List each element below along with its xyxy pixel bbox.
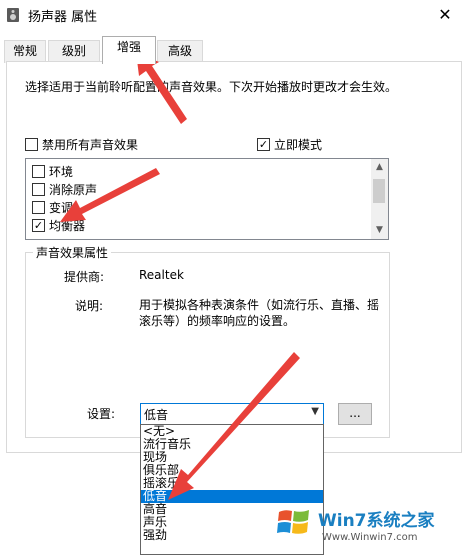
effect-label-pitch-shift: 变调	[49, 201, 74, 215]
watermark-brand: Win7系统之家	[318, 511, 435, 531]
setting-label: 设置:	[87, 407, 116, 421]
effect-label-voice-cancel: 消除原声	[49, 183, 98, 197]
tab-advanced[interactable]: 高级	[157, 40, 203, 63]
effects-list[interactable]: 环境 消除原声 变调 ✓ 均衡器 ▲ ▼	[25, 158, 389, 240]
disable-all-checkbox[interactable]	[25, 138, 38, 151]
effect-checkbox-voice-cancel[interactable]	[32, 183, 45, 196]
effect-properties-title: 声音效果属性	[33, 244, 112, 261]
chevron-down-icon[interactable]: ▼	[311, 406, 319, 417]
dropdown-option[interactable]: 流行音乐	[141, 438, 323, 451]
disable-all-label: 禁用所有声音效果	[42, 138, 139, 152]
tab-enhancements[interactable]: 增强	[102, 36, 156, 64]
window-title: 扬声器 属性	[28, 10, 98, 25]
tab-general[interactable]: 常规	[4, 40, 46, 63]
provider-value: Realtek	[139, 268, 184, 282]
description-value: 用于模拟各种表演条件（如流行乐、直播、摇滚乐等）的频率响应的设置。	[139, 298, 380, 328]
setting-selected-value: 低音	[144, 408, 169, 422]
setting-select[interactable]: 低音 ▼	[140, 403, 324, 425]
scroll-thumb[interactable]	[373, 179, 385, 203]
tab-levels[interactable]: 级别	[48, 40, 100, 63]
scroll-down-icon[interactable]: ▼	[371, 222, 388, 239]
effect-checkbox-equalizer[interactable]: ✓	[32, 219, 45, 232]
watermark: Win7系统之家 Www.Winwin7.com	[270, 498, 466, 553]
effect-checkbox-pitch-shift[interactable]	[32, 201, 45, 214]
tab-strip: 常规 级别 增强 高级	[0, 32, 466, 64]
watermark-url: Www.Winwin7.com	[322, 532, 418, 543]
title-bar: 扬声器 属性 ✕	[0, 0, 466, 30]
effect-label-environment: 环境	[49, 165, 74, 179]
settings-more-button[interactable]: ...	[338, 403, 372, 425]
dropdown-option[interactable]: 摇滚乐	[141, 477, 323, 490]
speaker-icon	[7, 8, 19, 22]
immediate-mode-checkbox[interactable]: ✓	[257, 138, 270, 151]
provider-label: 提供商:	[64, 270, 105, 284]
effects-scrollbar[interactable]: ▲ ▼	[371, 159, 388, 239]
description-text: 选择适用于当前聆听配置的声音效果。下次开始播放时更改才会生效。	[25, 80, 398, 94]
effect-checkbox-environment[interactable]	[32, 165, 45, 178]
close-button[interactable]: ✕	[434, 4, 456, 26]
scroll-up-icon[interactable]: ▲	[371, 159, 388, 176]
immediate-mode-label: 立即模式	[274, 138, 323, 152]
windows-logo-icon	[277, 510, 309, 534]
effect-label-equalizer: 均衡器	[49, 219, 86, 233]
description-label: 说明:	[75, 299, 104, 313]
